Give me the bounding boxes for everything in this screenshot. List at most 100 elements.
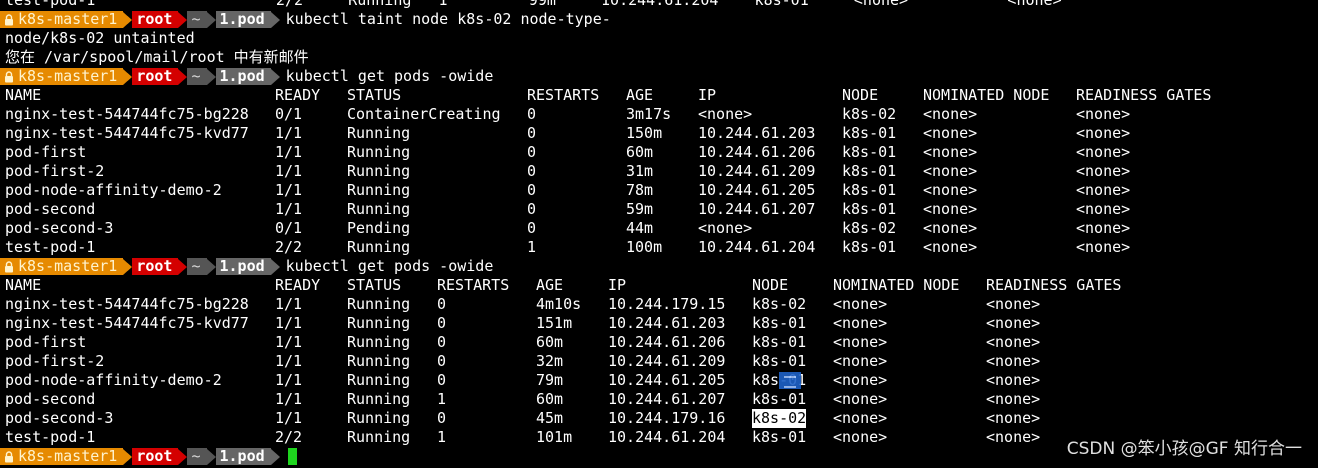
- prompt-separator-icon: [123, 448, 133, 465]
- cell-node: k8s-01: [842, 143, 897, 161]
- prompt-dir: ~: [187, 68, 207, 85]
- prompt-user: root: [132, 448, 179, 465]
- output-text: test-pod-1 2/2 Running 1 99m 10.244.61.2…: [5, 0, 1062, 9]
- cell-node: NODE: [842, 86, 879, 104]
- cell-age: 150m: [626, 124, 663, 142]
- prompt-host-segment: k8s-master1: [0, 257, 124, 275]
- table-row: nginx-test-544744fc75-kvd77 1/1 Running 0 15…: [0, 314, 1318, 333]
- prompt-separator-icon: [206, 448, 216, 465]
- cell-nominated-node: <none>: [923, 200, 978, 218]
- cell-ready: 1/1: [275, 352, 303, 370]
- prompt-line: k8s-master1 root ~1.pod kubectl taint node …: [0, 10, 1318, 29]
- table-row: nginx-test-544744fc75-bg228 1/1 Running 0 4m…: [0, 295, 1318, 314]
- prompt-dir: ~: [187, 258, 207, 275]
- cell-node: k8s-01: [842, 200, 897, 218]
- cell-name: pod-second: [5, 200, 96, 218]
- cell-readiness-gates: <none>: [986, 352, 1041, 370]
- lock-icon: [4, 13, 14, 26]
- cell-restarts: RESTARTS: [527, 86, 600, 104]
- command-text: kubectl get pods -owide: [285, 67, 494, 85]
- prompt-dir: ~: [187, 11, 207, 28]
- cell-name: pod-second-3: [5, 409, 114, 427]
- cell-restarts: 1: [527, 238, 537, 256]
- cell-status: Running: [347, 162, 411, 180]
- cell-age: 101m: [536, 428, 573, 446]
- cell-nominated-node: <none>: [923, 238, 978, 256]
- cell-name: pod-first: [5, 333, 87, 351]
- cell-readiness-gates: <none>: [1076, 124, 1131, 142]
- table-row: pod-second 1/1 Running 0 59m 10.244.61.207 k8s…: [0, 200, 1318, 219]
- csdn-watermark: CSDN @笨小孩@GF 知行合一: [1062, 436, 1306, 462]
- cell-restarts: 0: [437, 352, 447, 370]
- cell-age: 44m: [626, 219, 654, 237]
- cell-restarts: 0: [527, 143, 537, 161]
- cell-ready: 0/1: [275, 105, 303, 123]
- command-text: [280, 447, 286, 465]
- terminal-output[interactable]: test-pod-1 2/2 Running 1 99m 10.244.61.2…: [0, 0, 1318, 466]
- cell-status: Running: [347, 409, 411, 427]
- cell-restarts: 0: [527, 219, 537, 237]
- cell-name: test-pod-1: [5, 238, 96, 256]
- cell-restarts: 0: [527, 181, 537, 199]
- cell-nominated-node: <none>: [833, 314, 888, 332]
- prompt-file: 1.pod: [215, 68, 271, 85]
- prompt-separator-icon: [123, 258, 133, 275]
- cell-ip: 10.244.61.206: [698, 143, 816, 161]
- cell-ip: 10.244.61.205: [698, 181, 816, 199]
- cell-status: Running: [347, 333, 411, 351]
- terminal-line: test-pod-1 2/2 Running 1 99m 10.244.61.2…: [0, 0, 1318, 10]
- cell-age: 60m: [536, 390, 564, 408]
- prompt-file: 1.pod: [215, 448, 271, 465]
- table-row: pod-first-2 1/1 Running 0 32m 10.244.61.209 k8…: [0, 352, 1318, 371]
- cell-name: pod-first-2: [5, 352, 105, 370]
- cell-name: pod-node-affinity-demo-2: [5, 181, 222, 199]
- cell-restarts: RESTARTS: [437, 276, 510, 294]
- cell-ip: 10.244.179.15: [608, 295, 726, 313]
- cell-age: 60m: [626, 143, 654, 161]
- cell-readiness-gates: <none>: [986, 314, 1041, 332]
- lock-icon: [4, 70, 14, 83]
- cell-node: NODE: [752, 276, 789, 294]
- cell-nominated-node: <none>: [833, 352, 888, 370]
- cell-age: 31m: [626, 162, 654, 180]
- cell-age: 151m: [536, 314, 573, 332]
- cell-age: 32m: [536, 352, 564, 370]
- cell-status: Pending: [347, 219, 411, 237]
- cell-ready: 1/1: [275, 314, 303, 332]
- cell-ip: 10.244.61.203: [608, 314, 726, 332]
- cell-age: AGE: [626, 86, 654, 104]
- cell-readiness-gates: <none>: [986, 428, 1041, 446]
- cell-ready: 1/1: [275, 181, 303, 199]
- cell-readiness-gates: READINESS GATES: [986, 276, 1122, 294]
- cell-age: 79m: [536, 371, 564, 389]
- prompt-separator-icon: [206, 258, 216, 275]
- terminal-cursor[interactable]: [287, 448, 297, 465]
- cell-ready: 1/1: [275, 409, 303, 427]
- cell-node: k8s-01: [842, 181, 897, 199]
- cell-nominated-node: <none>: [833, 371, 888, 389]
- cell-status: Running: [347, 238, 411, 256]
- prompt-separator-icon: [123, 68, 133, 85]
- table-row: NAME READY STATUS RESTARTS AGE IP NODE NOMINATE…: [0, 86, 1318, 105]
- cell-age: 4m10s: [536, 295, 582, 313]
- cell-node: k8s-02: [842, 105, 897, 123]
- cell-status: Running: [347, 181, 411, 199]
- cell-nominated-node: <none>: [833, 333, 888, 351]
- cell-restarts: 0: [437, 409, 447, 427]
- cell-ready: 2/2: [275, 428, 303, 446]
- table-row: pod-first 1/1 Running 0 60m 10.244.61.206 k8s-…: [0, 143, 1318, 162]
- cell-restarts: 0: [437, 333, 447, 351]
- cell-age: 45m: [536, 409, 564, 427]
- prompt-separator-icon: [206, 68, 216, 85]
- cell-readiness-gates: <none>: [986, 409, 1041, 427]
- cell-ready: 0/1: [275, 219, 303, 237]
- cell-readiness-gates: <none>: [986, 333, 1041, 351]
- cell-ip: 10.244.61.203: [698, 124, 816, 142]
- cell-name: nginx-test-544744fc75-kvd77: [5, 124, 249, 142]
- prompt-host: k8s-master1: [18, 257, 118, 275]
- cell-restarts: 0: [527, 162, 537, 180]
- prompt-host-segment: k8s-master1: [0, 11, 124, 28]
- cell-readiness-gates: <none>: [1076, 238, 1131, 256]
- cell-name: pod-second: [5, 390, 96, 408]
- cell-readiness-gates: <none>: [986, 295, 1041, 313]
